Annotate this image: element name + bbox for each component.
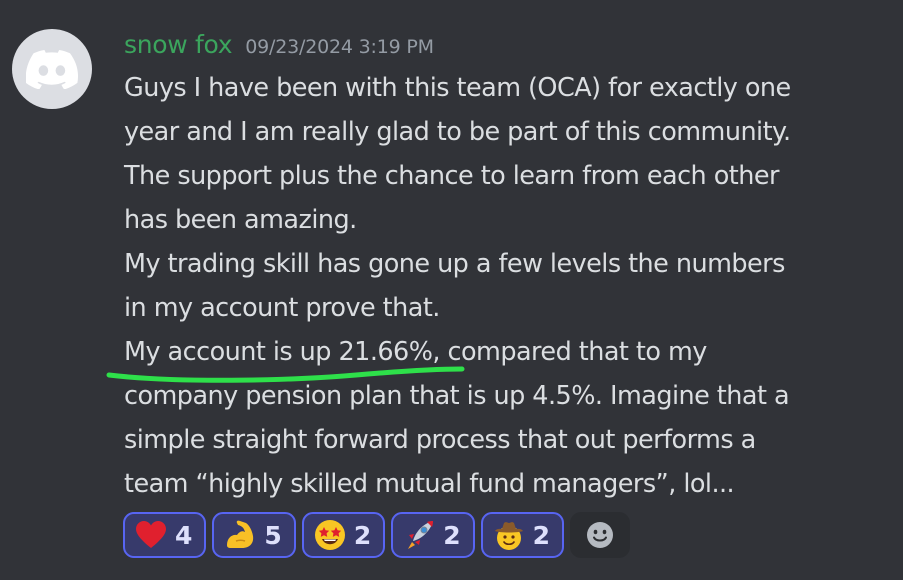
reaction-rocket[interactable]: 2 — [391, 512, 475, 558]
star-struck-icon — [314, 519, 346, 551]
red-heart-icon — [135, 519, 167, 551]
cowboy-face-icon — [493, 519, 525, 551]
reaction-cowboy[interactable]: 2 — [480, 512, 565, 558]
message-line: Guys I have been with this team (OCA) fo… — [124, 73, 791, 103]
reaction-count: 5 — [264, 520, 282, 550]
message-line: team “highly skilled mutual fund manager… — [124, 469, 735, 499]
timestamp[interactable]: 09/23/2024 3:19 PM — [245, 36, 434, 58]
message-header: snow fox 09/23/2024 3:19 PM — [124, 30, 434, 64]
message-line-rest: compared that to my — [447, 337, 708, 367]
reaction-flexed-biceps[interactable]: 5 — [212, 512, 296, 558]
message-line: simple straight forward process that out… — [124, 425, 756, 455]
reaction-star-struck[interactable]: 2 — [301, 512, 386, 558]
flexed-biceps-icon — [224, 519, 256, 551]
reactions-bar: 4 5 2 2 2 — [123, 512, 631, 558]
add-reaction-smiley-icon — [587, 522, 614, 548]
avatar[interactable] — [12, 29, 92, 109]
reaction-count: 2 — [443, 520, 461, 550]
message-line: My trading skill has gone up a few level… — [124, 249, 785, 279]
message-line: in my account prove that. — [124, 293, 440, 323]
rocket-icon — [403, 519, 435, 551]
message-line: has been amazing. — [124, 205, 357, 235]
message-line: year and I am really glad to be part of … — [124, 117, 791, 147]
message-line: The support plus the chance to learn fro… — [124, 161, 779, 191]
green-underline-annotation — [106, 366, 465, 383]
reaction-count: 2 — [532, 520, 551, 550]
reaction-count: 2 — [353, 520, 372, 550]
message: snow fox 09/23/2024 3:19 PM Guys I have … — [0, 0, 903, 580]
discord-logo-icon — [26, 50, 78, 89]
reaction-heart[interactable]: 4 — [123, 512, 207, 558]
username[interactable]: snow fox — [124, 30, 233, 59]
add-reaction-button[interactable] — [570, 512, 631, 558]
message-content: Guys I have been with this team (OCA) fo… — [124, 66, 894, 506]
reaction-count: 4 — [175, 520, 193, 550]
